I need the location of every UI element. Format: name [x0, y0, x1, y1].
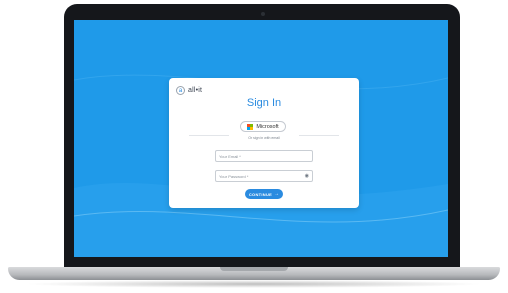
a-circle-logo: a	[176, 86, 185, 95]
laptop-screen: a all•it Sign In Microsoft Or sign in wi…	[74, 20, 448, 257]
brand-logo: a all•it	[176, 86, 202, 95]
laptop-shadow	[24, 280, 484, 288]
email-placeholder: Your Email *	[219, 154, 241, 159]
sign-in-card: a all•it Sign In Microsoft Or sign in wi…	[169, 78, 359, 208]
laptop-notch	[220, 267, 288, 271]
arrow-right-icon: →	[274, 191, 280, 197]
microsoft-sign-in-button[interactable]: Microsoft	[240, 121, 286, 132]
divider-text: Or sign in with email	[248, 136, 280, 140]
page-title: Sign In	[246, 97, 282, 109]
continue-label: CONTINUE	[248, 191, 273, 197]
continue-button[interactable]: CONTINUE →	[245, 189, 283, 199]
email-field[interactable]: Your Email *	[215, 150, 313, 162]
microsoft-label: Microsoft	[256, 123, 279, 130]
webcam	[261, 12, 265, 16]
microsoft-logo-icon	[247, 123, 254, 130]
laptop-mockup: a all•it Sign In Microsoft Or sign in wi…	[0, 0, 508, 293]
eye-icon[interactable]: ◉	[305, 173, 309, 179]
password-field[interactable]: Your Password * ◉	[215, 170, 313, 182]
password-placeholder: Your Password *	[219, 174, 249, 179]
brand-name: all•it	[188, 87, 203, 94]
